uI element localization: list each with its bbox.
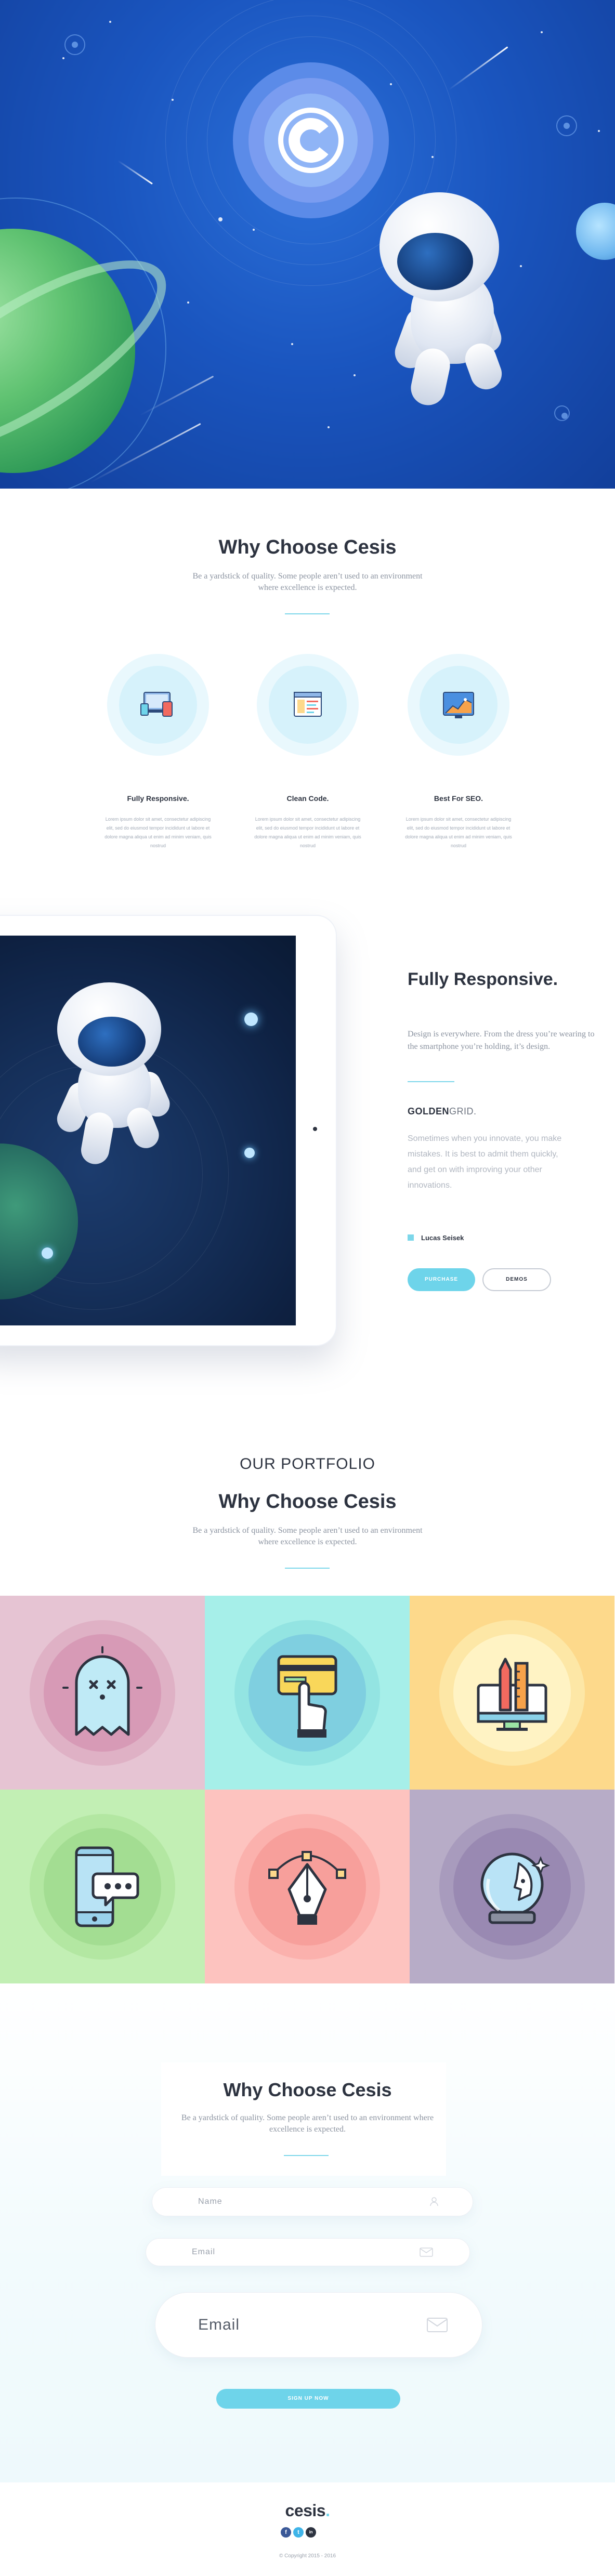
- star: [187, 301, 189, 304]
- seo-chart-icon: [443, 692, 474, 718]
- title-underline: [285, 613, 330, 614]
- tablet-screen-illustration: [0, 936, 296, 1325]
- mail-icon: [420, 2248, 433, 2257]
- astronaut-illustration: [52, 982, 187, 1180]
- clean-code-icon: [294, 692, 322, 717]
- sign-up-button[interactable]: SIGN UP NOW: [216, 2389, 400, 2409]
- author-name: Lucas Seisek: [421, 1234, 464, 1242]
- portfolio-tile[interactable]: [410, 1790, 614, 1983]
- portfolio-kicker: OUR PORTFOLIO: [240, 1455, 375, 1473]
- footer-logo-dot: .: [325, 2501, 330, 2520]
- feature-title: Clean Code.: [286, 794, 329, 803]
- portfolio-tile[interactable]: [205, 1596, 410, 1790]
- feature-title: Fully Responsive.: [127, 794, 189, 803]
- small-planet-illustration: [576, 203, 615, 260]
- email-placeholder: Email: [192, 2248, 216, 2256]
- user-icon: [430, 2197, 438, 2206]
- feature-icon-bg: [107, 654, 209, 756]
- astronaut-visor: [78, 1017, 146, 1067]
- purchase-button[interactable]: PURCHASE: [408, 1268, 475, 1291]
- feature-description: Design is everywhere. From the dress you…: [408, 1030, 595, 1051]
- feature-title: Best For SEO.: [434, 794, 483, 803]
- section-subtitle: Be a yardstick of quality. Some people a…: [192, 572, 423, 592]
- feature-icon-bg: [408, 654, 509, 756]
- feature-card: Fully Responsive. Lorem ipsum dolor sit …: [101, 654, 215, 850]
- astronaut-illustration: [364, 192, 530, 421]
- portfolio-tile[interactable]: [205, 1790, 410, 1983]
- feature-text: Lorem ipsum dolor sit amet, consectetur …: [405, 817, 512, 848]
- star: [253, 229, 255, 231]
- pen-tool-icon: [268, 1850, 346, 1925]
- hero-banner: [0, 0, 615, 489]
- star: [598, 130, 600, 132]
- demos-button[interactable]: DEMOS: [482, 1268, 551, 1291]
- title-underline: [284, 2155, 329, 2156]
- feature-text: Lorem ipsum dolor sit amet, consectetur …: [254, 817, 361, 848]
- footer-logo[interactable]: cesis.: [0, 2501, 615, 2520]
- goldengrid-brand: GOLDENGRID.: [408, 1106, 477, 1117]
- mail-icon: [427, 2318, 448, 2332]
- orb-icon: [554, 405, 570, 421]
- author-marker-icon: [408, 1234, 414, 1241]
- section-title: Why Choose Cesis: [218, 536, 397, 558]
- feature-text: Lorem ipsum dolor sit amet, consectetur …: [104, 817, 212, 848]
- title-underline: [285, 1568, 330, 1569]
- space-helmet-icon: [480, 1852, 551, 1924]
- cesis-logo-icon[interactable]: [277, 107, 345, 174]
- linkedin-icon[interactable]: in: [306, 2527, 316, 2538]
- rocket-streak: [448, 46, 508, 90]
- tablet-home-button: [313, 1127, 317, 1131]
- feature-card: Best For SEO. Lorem ipsum dolor sit amet…: [401, 654, 516, 850]
- orb-icon: [556, 115, 577, 136]
- card-payment-icon: [277, 1655, 337, 1738]
- email-large-placeholder: Email: [198, 2316, 240, 2333]
- feature-card: Clean Code. Lorem ipsum dolor sit amet, …: [251, 654, 365, 850]
- star: [109, 21, 111, 23]
- portfolio-tile[interactable]: [0, 1790, 205, 1983]
- page: Why Choose Cesis Be a yardstick of quali…: [0, 0, 615, 2576]
- ghost-icon: [62, 1646, 142, 1736]
- portfolio-tile[interactable]: [0, 1596, 205, 1790]
- star: [218, 217, 223, 221]
- star: [541, 31, 543, 33]
- star: [354, 374, 356, 376]
- title-underline: [408, 1081, 454, 1082]
- feature-icon-bg: [257, 654, 359, 756]
- twitter-icon[interactable]: t: [293, 2527, 304, 2538]
- brand-light: GRID.: [449, 1106, 477, 1116]
- email-field-large[interactable]: Email: [155, 2292, 482, 2358]
- facebook-icon[interactable]: f: [281, 2527, 291, 2538]
- orb-icon: [64, 34, 85, 55]
- feature-heading: Fully Responsive.: [408, 969, 558, 989]
- brand-bold: GOLDEN: [408, 1106, 450, 1116]
- glowing-star: [42, 1247, 53, 1259]
- star: [390, 83, 392, 85]
- phone-chat-icon: [75, 1846, 139, 1927]
- signup-title: Why Choose Cesis: [223, 2079, 392, 2100]
- star: [431, 156, 434, 158]
- glowing-star: [244, 1013, 258, 1026]
- portfolio-tile[interactable]: [410, 1596, 614, 1790]
- section-title: Why Choose Cesis: [218, 1491, 397, 1513]
- portfolio-grid: [0, 1596, 615, 1983]
- email-field[interactable]: Email: [146, 2238, 470, 2266]
- name-field[interactable]: Name: [152, 2187, 473, 2216]
- copyright-text: © Copyright 2015 - 2016: [279, 2553, 336, 2559]
- name-placeholder: Name: [198, 2197, 223, 2206]
- star: [328, 426, 330, 428]
- star: [291, 343, 293, 345]
- responsive-devices-icon: [140, 692, 173, 717]
- testimonial-quote: Sometimes when you innovate, you make mi…: [408, 1134, 562, 1190]
- section-subtitle: Be a yardstick of quality. Some people a…: [192, 1526, 423, 1546]
- rocket-streak: [117, 160, 153, 185]
- astronaut-visor: [397, 233, 473, 290]
- footer-logo-text: cesis: [285, 2501, 326, 2520]
- star: [172, 99, 174, 101]
- design-monitor-icon: [477, 1658, 547, 1731]
- glowing-star: [244, 1148, 255, 1158]
- testimonial-author: Lucas Seisek: [408, 1234, 464, 1242]
- star: [62, 57, 64, 59]
- signup-subtitle: Be a yardstick of quality. Some people a…: [181, 2113, 434, 2134]
